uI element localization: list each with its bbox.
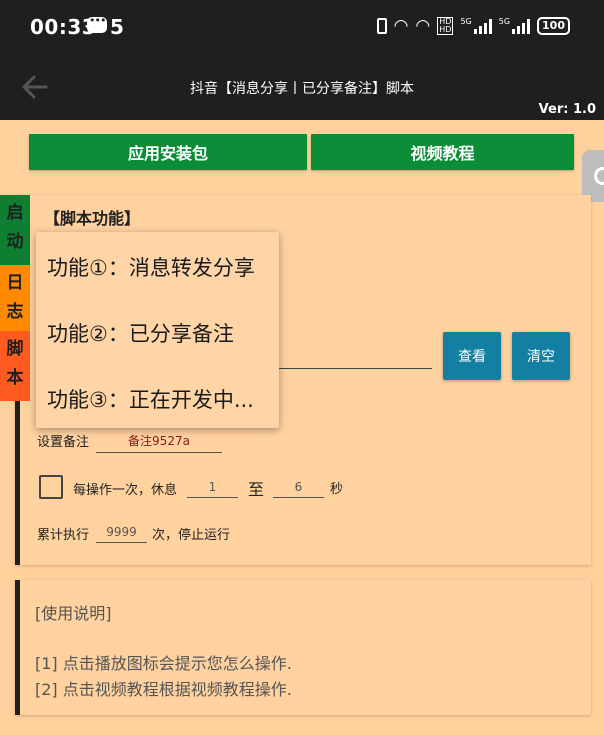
remark-input[interactable]: 备注9527a [96, 432, 222, 453]
app-title: 抖音【消息分享丨已分享备注】脚本 [190, 81, 414, 97]
start-tab-label: 启动 [6, 203, 24, 252]
usage-line-1: [1] 点击播放图标会提示您怎么操作. [35, 654, 292, 673]
wifi-icon-2: ◠ [415, 16, 431, 36]
battery-icon: 100 [537, 17, 570, 35]
signal-icon-2 [512, 18, 531, 34]
log-tab[interactable]: 日志 [0, 265, 30, 331]
function-popup-menu: 功能①：消息转发分享 功能②：已分享备注 功能③：正在开发中... [36, 232, 279, 428]
log-tab-label: 日志 [6, 273, 24, 322]
remark-label: 设置备注 [37, 435, 90, 450]
rest-max-input[interactable]: 6 [273, 480, 324, 498]
stop-label: 次，停止运行 [152, 528, 231, 543]
usage-line-2: [2] 点击视频教程根据视频教程操作. [35, 680, 292, 699]
clear-button[interactable]: 清空 [512, 332, 570, 380]
rest-label: 每操作一次，休息 [73, 483, 178, 498]
notification-count: 5 [110, 15, 124, 39]
rest-min-input[interactable]: 1 [187, 480, 238, 498]
app-header: 00:33 5 ◠ ◠ HDHD 5G 5G 100 抖音【消息分享丨已分享备注… [0, 0, 604, 120]
network-type-2: 5G [498, 17, 511, 26]
total-runs-input[interactable]: 9999 [96, 525, 147, 543]
start-tab[interactable]: 启动 [0, 195, 30, 265]
hd-icon: HD HD [437, 17, 454, 35]
script-card-title: 【脚本功能】 [44, 209, 141, 228]
network-type: 5G [460, 17, 472, 26]
keyword-input[interactable] [279, 368, 432, 369]
seconds-label: 秒 [330, 482, 344, 497]
popup-item-in-development[interactable]: 功能③：正在开发中... [47, 384, 254, 414]
popup-item-shared-remark[interactable]: 功能②：已分享备注 [47, 318, 234, 348]
status-icons: ◠ ◠ HD HD 5G 5G 100 [376, 16, 570, 36]
version-label: Ver: 1.0 [538, 102, 596, 117]
rest-checkbox[interactable] [39, 475, 63, 499]
popup-item-forward-share[interactable]: 功能①：消息转发分享 [47, 252, 255, 282]
wifi-icon: ◠ [393, 16, 409, 36]
side-tabs: 启动 日志 脚本 [0, 195, 30, 401]
install-package-button[interactable]: 应用安装包 [29, 134, 307, 170]
message-notification-icon [87, 14, 107, 33]
usage-card: [使用说明] [1] 点击播放图标会提示您怎么操作. [2] 点击视频教程根据视… [15, 580, 591, 715]
signal-icon [473, 18, 492, 34]
total-label: 累计执行 [37, 528, 90, 543]
to-label: 至 [248, 480, 265, 499]
script-tab[interactable]: 脚本 [0, 331, 30, 401]
script-tab-label: 脚本 [6, 339, 24, 388]
vibrate-icon [376, 18, 387, 34]
view-button[interactable]: 查看 [443, 332, 501, 380]
usage-title: [使用说明] [35, 604, 112, 623]
video-tutorial-button[interactable]: 视频教程 [311, 134, 574, 170]
